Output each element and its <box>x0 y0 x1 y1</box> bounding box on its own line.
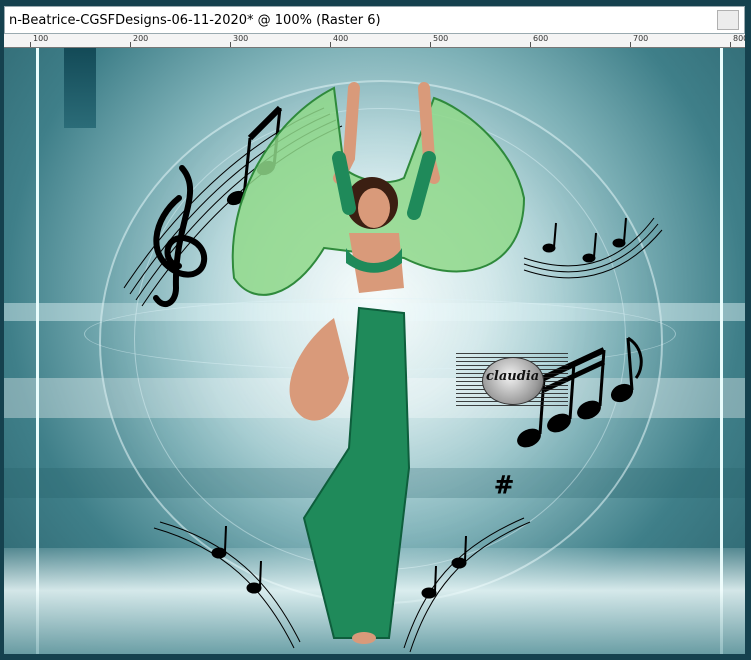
watermark-badge: claudia <box>456 353 568 407</box>
ruler-label: 500 <box>433 34 449 43</box>
window-control-button[interactable] <box>717 10 739 30</box>
image-canvas[interactable]: # claudia <box>4 48 745 654</box>
horizontal-ruler[interactable]: 100 200 300 400 500 600 700 800 <box>4 34 745 48</box>
ruler-label: 400 <box>333 34 349 43</box>
app-window: n-Beatrice-CGSFDesigns-06-11-2020* @ 100… <box>0 0 751 660</box>
document-title-bar[interactable]: n-Beatrice-CGSFDesigns-06-11-2020* @ 100… <box>4 6 745 34</box>
ruler-label: 700 <box>633 34 649 43</box>
document-title: n-Beatrice-CGSFDesigns-06-11-2020* @ 100… <box>9 13 381 28</box>
artwork-layer: # <box>123 82 663 653</box>
music-notes-icon <box>542 217 627 263</box>
ruler-label: 600 <box>533 34 549 43</box>
ruler-label: 200 <box>133 34 149 43</box>
ruler-label: 800 <box>733 34 745 43</box>
treble-clef-icon <box>153 165 208 308</box>
svg-text:#: # <box>494 471 514 499</box>
ruler-label: 100 <box>33 34 49 43</box>
ruler-label: 300 <box>233 34 249 43</box>
watermark-text: claudia <box>486 369 540 384</box>
